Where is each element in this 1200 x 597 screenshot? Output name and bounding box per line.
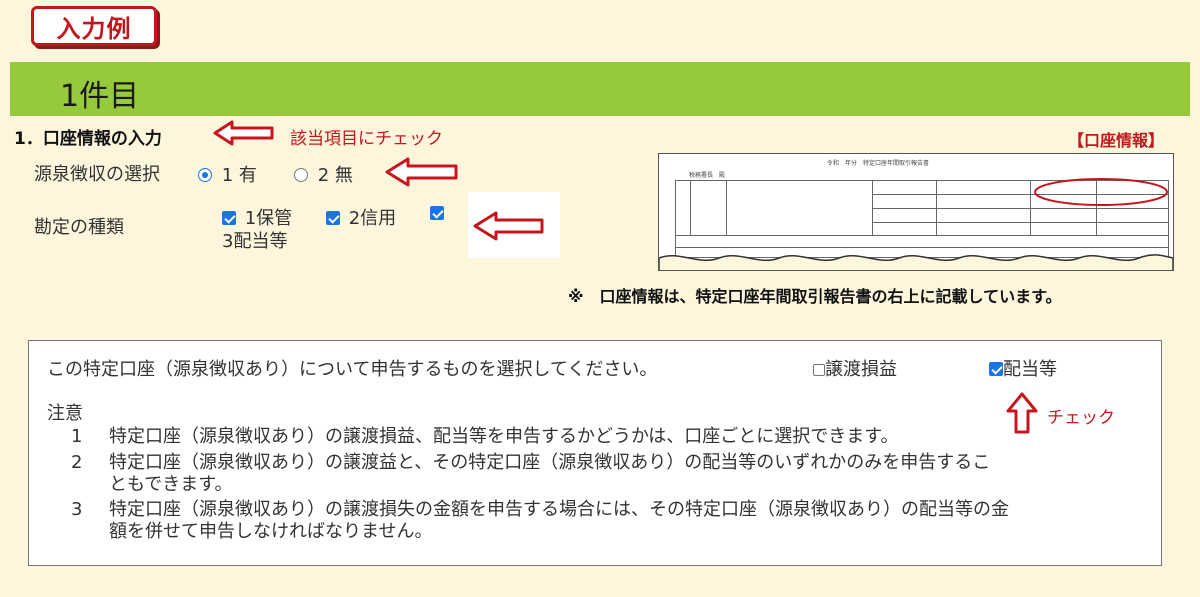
option-dividend[interactable]: 配当等 [989, 359, 1057, 381]
notice-item-2-line1: 特定口座（源泉徴収あり）の譲渡益と、その特定口座（源泉徴収あり）の配当等のいずれ… [109, 452, 991, 473]
notice-panel: この特定口座（源泉徴収あり）について申告するものを選択してください。 譲渡損益 … [28, 340, 1162, 566]
left-arrow-icon [213, 120, 274, 146]
checkbox-dividend-notice[interactable] [989, 362, 1003, 376]
section-title: 1．口座情報の入力 [14, 129, 162, 149]
notice-item-1-text: 特定口座（源泉徴収あり）の譲渡損益、配当等を申告するかどうかは、口座ごとに選択で… [109, 426, 899, 447]
left-arrow-icon [385, 157, 458, 187]
checkbox-transfer[interactable] [813, 364, 825, 376]
account-type-option-dividend[interactable] [430, 204, 444, 223]
report-header: 税務署長 殿 [689, 172, 726, 179]
item-header-title: 1件目 [60, 79, 140, 114]
report-footnote: ※ 口座情報は、特定口座年間取引報告書の右上に記載しています。 [568, 287, 1062, 306]
up-arrow-icon [1006, 392, 1038, 434]
notice-item-3-line1: 特定口座（源泉徴収あり）の譲渡損失の金額を申告する場合には、その特定口座（源泉徴… [109, 499, 1009, 520]
checkbox-margin-label: 2信用 [348, 208, 397, 229]
notice-item-2-num: 2 [71, 452, 83, 473]
input-example-badge: 入力例 [31, 6, 157, 46]
radio-no-label: 2 無 [317, 165, 353, 186]
withholding-option-no[interactable]: 2 無 [294, 161, 353, 187]
report-title: 令和 年分 特定口座年間取引報告書 [827, 160, 930, 167]
checkbox-dividend-notice-label: 配当等 [1003, 359, 1057, 380]
report-info-tag: 【口座情報】 [1068, 131, 1165, 150]
select-question: この特定口座（源泉徴収あり）について申告するものを選択してください。 [47, 359, 658, 380]
radio-yes-label: 1 有 [221, 165, 257, 186]
annual-report-thumbnail: 令和 年分 特定口座年間取引報告書 税務署長 殿 [658, 153, 1174, 271]
item-header-bar: 1件目 [10, 62, 1190, 116]
notice-item-1-num: 1 [71, 426, 83, 447]
check-hint-text: 該当項目にチェック [290, 129, 443, 149]
notice-item-3-num: 3 [71, 499, 83, 520]
notice-item-3-line2: 額を併せて申告しなければなりません。 [109, 521, 433, 542]
checkbox-margin[interactable] [326, 211, 340, 225]
checkbox-dividend[interactable] [430, 206, 444, 220]
account-type-option-margin[interactable]: 2信用 [326, 204, 396, 230]
notice-item-2-line2: ともできます。 [109, 474, 233, 495]
notice-heading: 注意 [47, 403, 83, 424]
checkbox-dividend-label: 3配当等 [222, 231, 288, 252]
highlight-ellipse [1034, 178, 1168, 206]
torn-edge [659, 254, 1173, 270]
check-label: チェック [1047, 408, 1115, 428]
withholding-label: 源泉徴収の選択 [34, 164, 160, 185]
withholding-option-yes[interactable]: 1 有 [198, 161, 257, 187]
option-transfer[interactable]: 譲渡損益 [813, 359, 897, 381]
checkbox-transfer-label: 譲渡損益 [825, 359, 897, 380]
left-arrow-icon [473, 211, 544, 241]
checkbox-custody[interactable] [222, 211, 236, 225]
radio-no[interactable] [294, 168, 308, 182]
radio-yes[interactable] [198, 168, 212, 182]
checkbox-custody-label: 1保管 [244, 208, 293, 229]
account-type-label: 勘定の種類 [34, 217, 124, 238]
